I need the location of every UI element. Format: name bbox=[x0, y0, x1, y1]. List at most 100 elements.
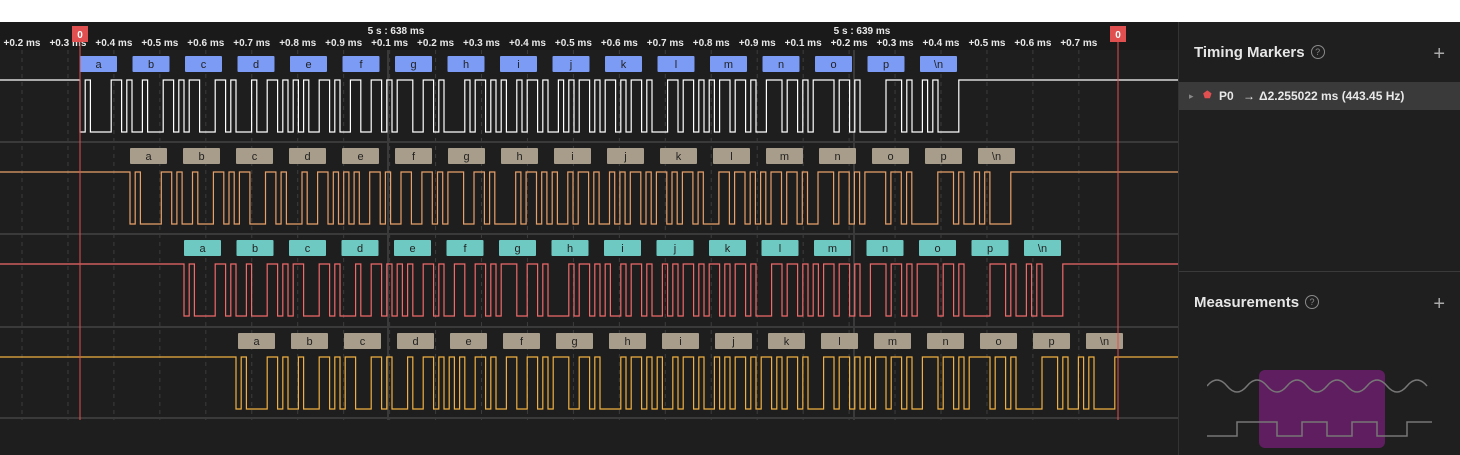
byte-label: n bbox=[834, 151, 840, 163]
waveform-line bbox=[0, 263, 1178, 317]
ruler-tick-label: +0.3 ms bbox=[463, 38, 500, 49]
byte-label: l bbox=[730, 151, 732, 163]
ruler-tick-label: +0.5 ms bbox=[141, 38, 178, 49]
byte-label: a bbox=[199, 243, 206, 255]
byte-label: o bbox=[830, 59, 836, 71]
ruler-tick-label: +0.7 ms bbox=[233, 38, 270, 49]
ruler-tick-label: +0.9 ms bbox=[325, 38, 362, 49]
add-marker-button[interactable]: + bbox=[1433, 44, 1445, 64]
ruler-tick-label: +0.1 ms bbox=[371, 38, 408, 49]
byte-label: m bbox=[888, 336, 897, 348]
byte-label: m bbox=[780, 151, 789, 163]
byte-label: j bbox=[731, 336, 734, 348]
ruler-tick-label: +0.7 ms bbox=[647, 38, 684, 49]
help-icon[interactable]: ? bbox=[1305, 295, 1320, 309]
byte-label: i bbox=[571, 151, 573, 163]
top-bar bbox=[0, 0, 1460, 22]
byte-label: j bbox=[569, 59, 572, 71]
byte-label: \n bbox=[992, 151, 1001, 163]
ruler-tick-label: +0.2 ms bbox=[417, 38, 454, 49]
byte-label: b bbox=[148, 59, 154, 71]
marker-delta-value: Δ2.255022 ms (443.45 Hz) bbox=[1259, 89, 1405, 103]
expand-icon[interactable]: ▸ bbox=[1189, 91, 1194, 102]
ruler-tick-label: +0.7 ms bbox=[1060, 38, 1097, 49]
byte-label: l bbox=[675, 59, 677, 71]
ruler-tick-label: +0.6 ms bbox=[601, 38, 638, 49]
byte-label: i bbox=[679, 336, 681, 348]
ruler-tick-label: +0.8 ms bbox=[279, 38, 316, 49]
ruler-tick-label: +0.9 ms bbox=[739, 38, 776, 49]
measurements-title: Measurements bbox=[1194, 294, 1300, 311]
byte-label: e bbox=[357, 151, 363, 163]
add-measurement-button[interactable]: + bbox=[1433, 294, 1445, 314]
byte-label: i bbox=[621, 243, 623, 255]
ruler-tick-label: +0.2 ms bbox=[831, 38, 868, 49]
byte-label: p bbox=[987, 243, 993, 255]
byte-label: k bbox=[784, 336, 790, 348]
byte-label: m bbox=[724, 59, 733, 71]
byte-label: \n bbox=[934, 59, 943, 71]
byte-label: p bbox=[940, 151, 946, 163]
byte-label: a bbox=[253, 336, 260, 348]
byte-label: i bbox=[517, 59, 519, 71]
byte-label: d bbox=[304, 151, 310, 163]
timing-markers-header: Timing Markers? bbox=[1194, 44, 1325, 61]
byte-label: h bbox=[624, 336, 630, 348]
byte-label: e bbox=[305, 59, 311, 71]
byte-label: k bbox=[725, 243, 731, 255]
byte-label: n bbox=[882, 243, 888, 255]
byte-label: b bbox=[198, 151, 204, 163]
ruler-tick-label: +0.8 ms bbox=[693, 38, 730, 49]
byte-label: g bbox=[514, 243, 520, 255]
byte-label: b bbox=[306, 336, 312, 348]
byte-label: g bbox=[410, 59, 416, 71]
waveform-line bbox=[0, 79, 1178, 133]
ruler-tick-label: +0.5 ms bbox=[555, 38, 592, 49]
help-icon[interactable]: ? bbox=[1310, 45, 1325, 59]
ruler-tick-label: +0.6 ms bbox=[187, 38, 224, 49]
byte-label: b bbox=[252, 243, 258, 255]
arrow-icon: → bbox=[1243, 89, 1255, 103]
waveform-view[interactable]: +0.2 ms +0.3 ms +0.4 ms +0.5 ms +0.6 ms +0.7 … bbox=[0, 22, 1178, 455]
byte-label: h bbox=[567, 243, 573, 255]
byte-label: o bbox=[995, 336, 1001, 348]
byte-label: c bbox=[201, 59, 207, 71]
ruler-tick-label: +0.2 ms bbox=[4, 38, 41, 49]
byte-label: \n bbox=[1100, 336, 1109, 348]
byte-label: \n bbox=[1038, 243, 1047, 255]
timing-markers-title: Timing Markers bbox=[1194, 44, 1305, 61]
byte-label: n bbox=[942, 336, 948, 348]
waveform-line bbox=[0, 356, 1178, 410]
ruler-major-label: 5 s : 639 ms bbox=[834, 26, 891, 37]
byte-label: a bbox=[145, 151, 152, 163]
timing-marker-label: 0 bbox=[1115, 30, 1121, 41]
byte-label: e bbox=[409, 243, 415, 255]
ruler-tick-label: +0.4 ms bbox=[923, 38, 960, 49]
side-panel: Timing Markers? + ▸ ⬟ P0 → Δ2.255022 ms … bbox=[1178, 22, 1460, 455]
marker-name: P0 bbox=[1219, 89, 1234, 103]
byte-label: c bbox=[305, 243, 311, 255]
ruler-tick-label: +0.1 ms bbox=[785, 38, 822, 49]
panel-divider bbox=[1179, 271, 1460, 272]
byte-label: n bbox=[778, 59, 784, 71]
byte-label: o bbox=[887, 151, 893, 163]
byte-label: l bbox=[779, 243, 781, 255]
byte-label: j bbox=[623, 151, 626, 163]
waveform-canvas[interactable]: +0.2 ms +0.3 ms +0.4 ms +0.5 ms +0.6 ms +0.7 … bbox=[0, 22, 1178, 455]
byte-label: o bbox=[934, 243, 940, 255]
byte-label: d bbox=[357, 243, 363, 255]
ruler-tick-label: +0.3 ms bbox=[877, 38, 914, 49]
marker-row-p0[interactable]: ▸ ⬟ P0 → Δ2.255022 ms (443.45 Hz) bbox=[1179, 82, 1460, 110]
timing-marker-label: 0 bbox=[77, 30, 83, 41]
ruler-tick-label: +0.4 ms bbox=[509, 38, 546, 49]
byte-label: d bbox=[253, 59, 259, 71]
byte-label: k bbox=[621, 59, 627, 71]
byte-label: a bbox=[95, 59, 102, 71]
byte-label: e bbox=[465, 336, 471, 348]
byte-label: c bbox=[360, 336, 366, 348]
byte-label: h bbox=[463, 59, 469, 71]
ruler-tick-label: +0.5 ms bbox=[968, 38, 1005, 49]
waveform-line bbox=[0, 171, 1178, 225]
byte-label: c bbox=[252, 151, 258, 163]
byte-label: m bbox=[828, 243, 837, 255]
